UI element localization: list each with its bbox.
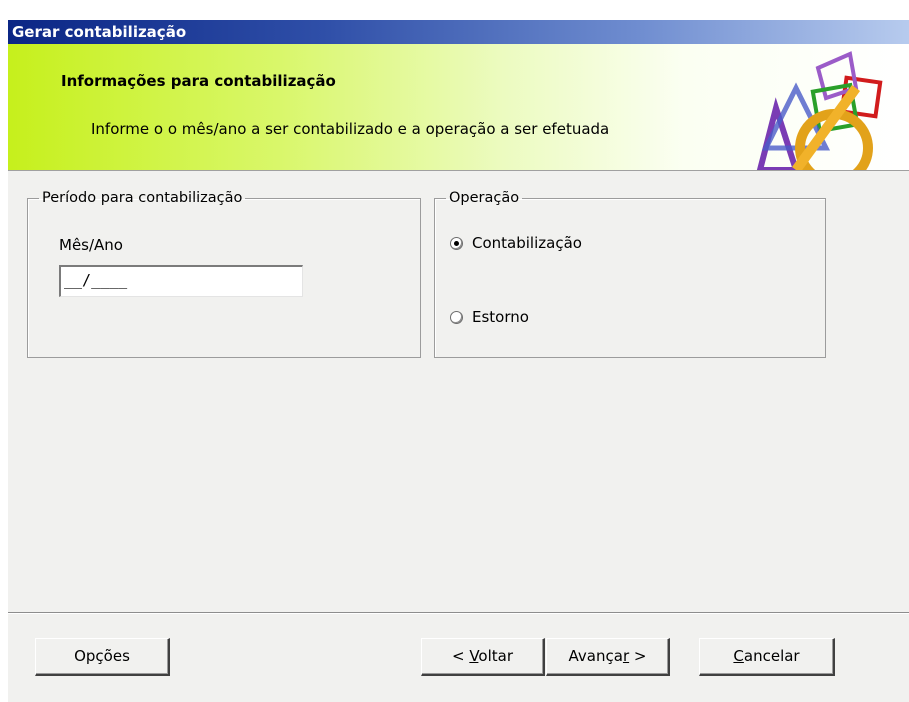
mes-ano-input[interactable]: __/____ — [59, 265, 303, 297]
avancar-label-post: > — [629, 647, 647, 665]
footer-divider-highlight — [8, 613, 909, 614]
voltar-label-pre: < — [451, 647, 470, 665]
banner-subtitle: Informe o o mês/ano a ser contabilizado … — [91, 120, 610, 138]
cancelar-accesskey: C — [733, 647, 744, 665]
avancar-label-pre: Avança — [568, 647, 623, 665]
radio-estorno-label: Estorno — [472, 308, 529, 326]
voltar-button[interactable]: < Voltar — [421, 638, 545, 676]
radio-estorno[interactable]: Estorno — [450, 308, 529, 326]
radio-unselected-icon[interactable] — [450, 310, 463, 324]
radio-contabilizacao[interactable]: Contabilização — [450, 234, 582, 252]
operacao-group: Operação — [434, 190, 826, 358]
periodo-legend: Período para contabilização — [42, 190, 243, 206]
cancelar-button[interactable]: Cancelar — [699, 638, 835, 676]
wizard-header-banner: Informações para contabilização Informe … — [8, 44, 909, 171]
opcoes-button[interactable]: Opções — [35, 638, 170, 676]
cancelar-label-post: ancelar — [743, 647, 800, 665]
avancar-button[interactable]: Avançar > — [546, 638, 670, 676]
wizard-window: Gerar contabilização Informações para co… — [8, 20, 909, 702]
radio-contabilizacao-label: Contabilização — [472, 234, 582, 252]
voltar-label-post: oltar — [478, 647, 514, 665]
banner-title: Informações para contabilização — [61, 72, 336, 90]
geometric-shapes-logo-icon — [756, 51, 883, 170]
mes-ano-label: Mês/Ano — [59, 236, 123, 254]
window-title: Gerar contabilização — [8, 20, 909, 44]
operacao-legend: Operação — [449, 190, 520, 206]
radio-selected-icon[interactable] — [450, 236, 463, 250]
